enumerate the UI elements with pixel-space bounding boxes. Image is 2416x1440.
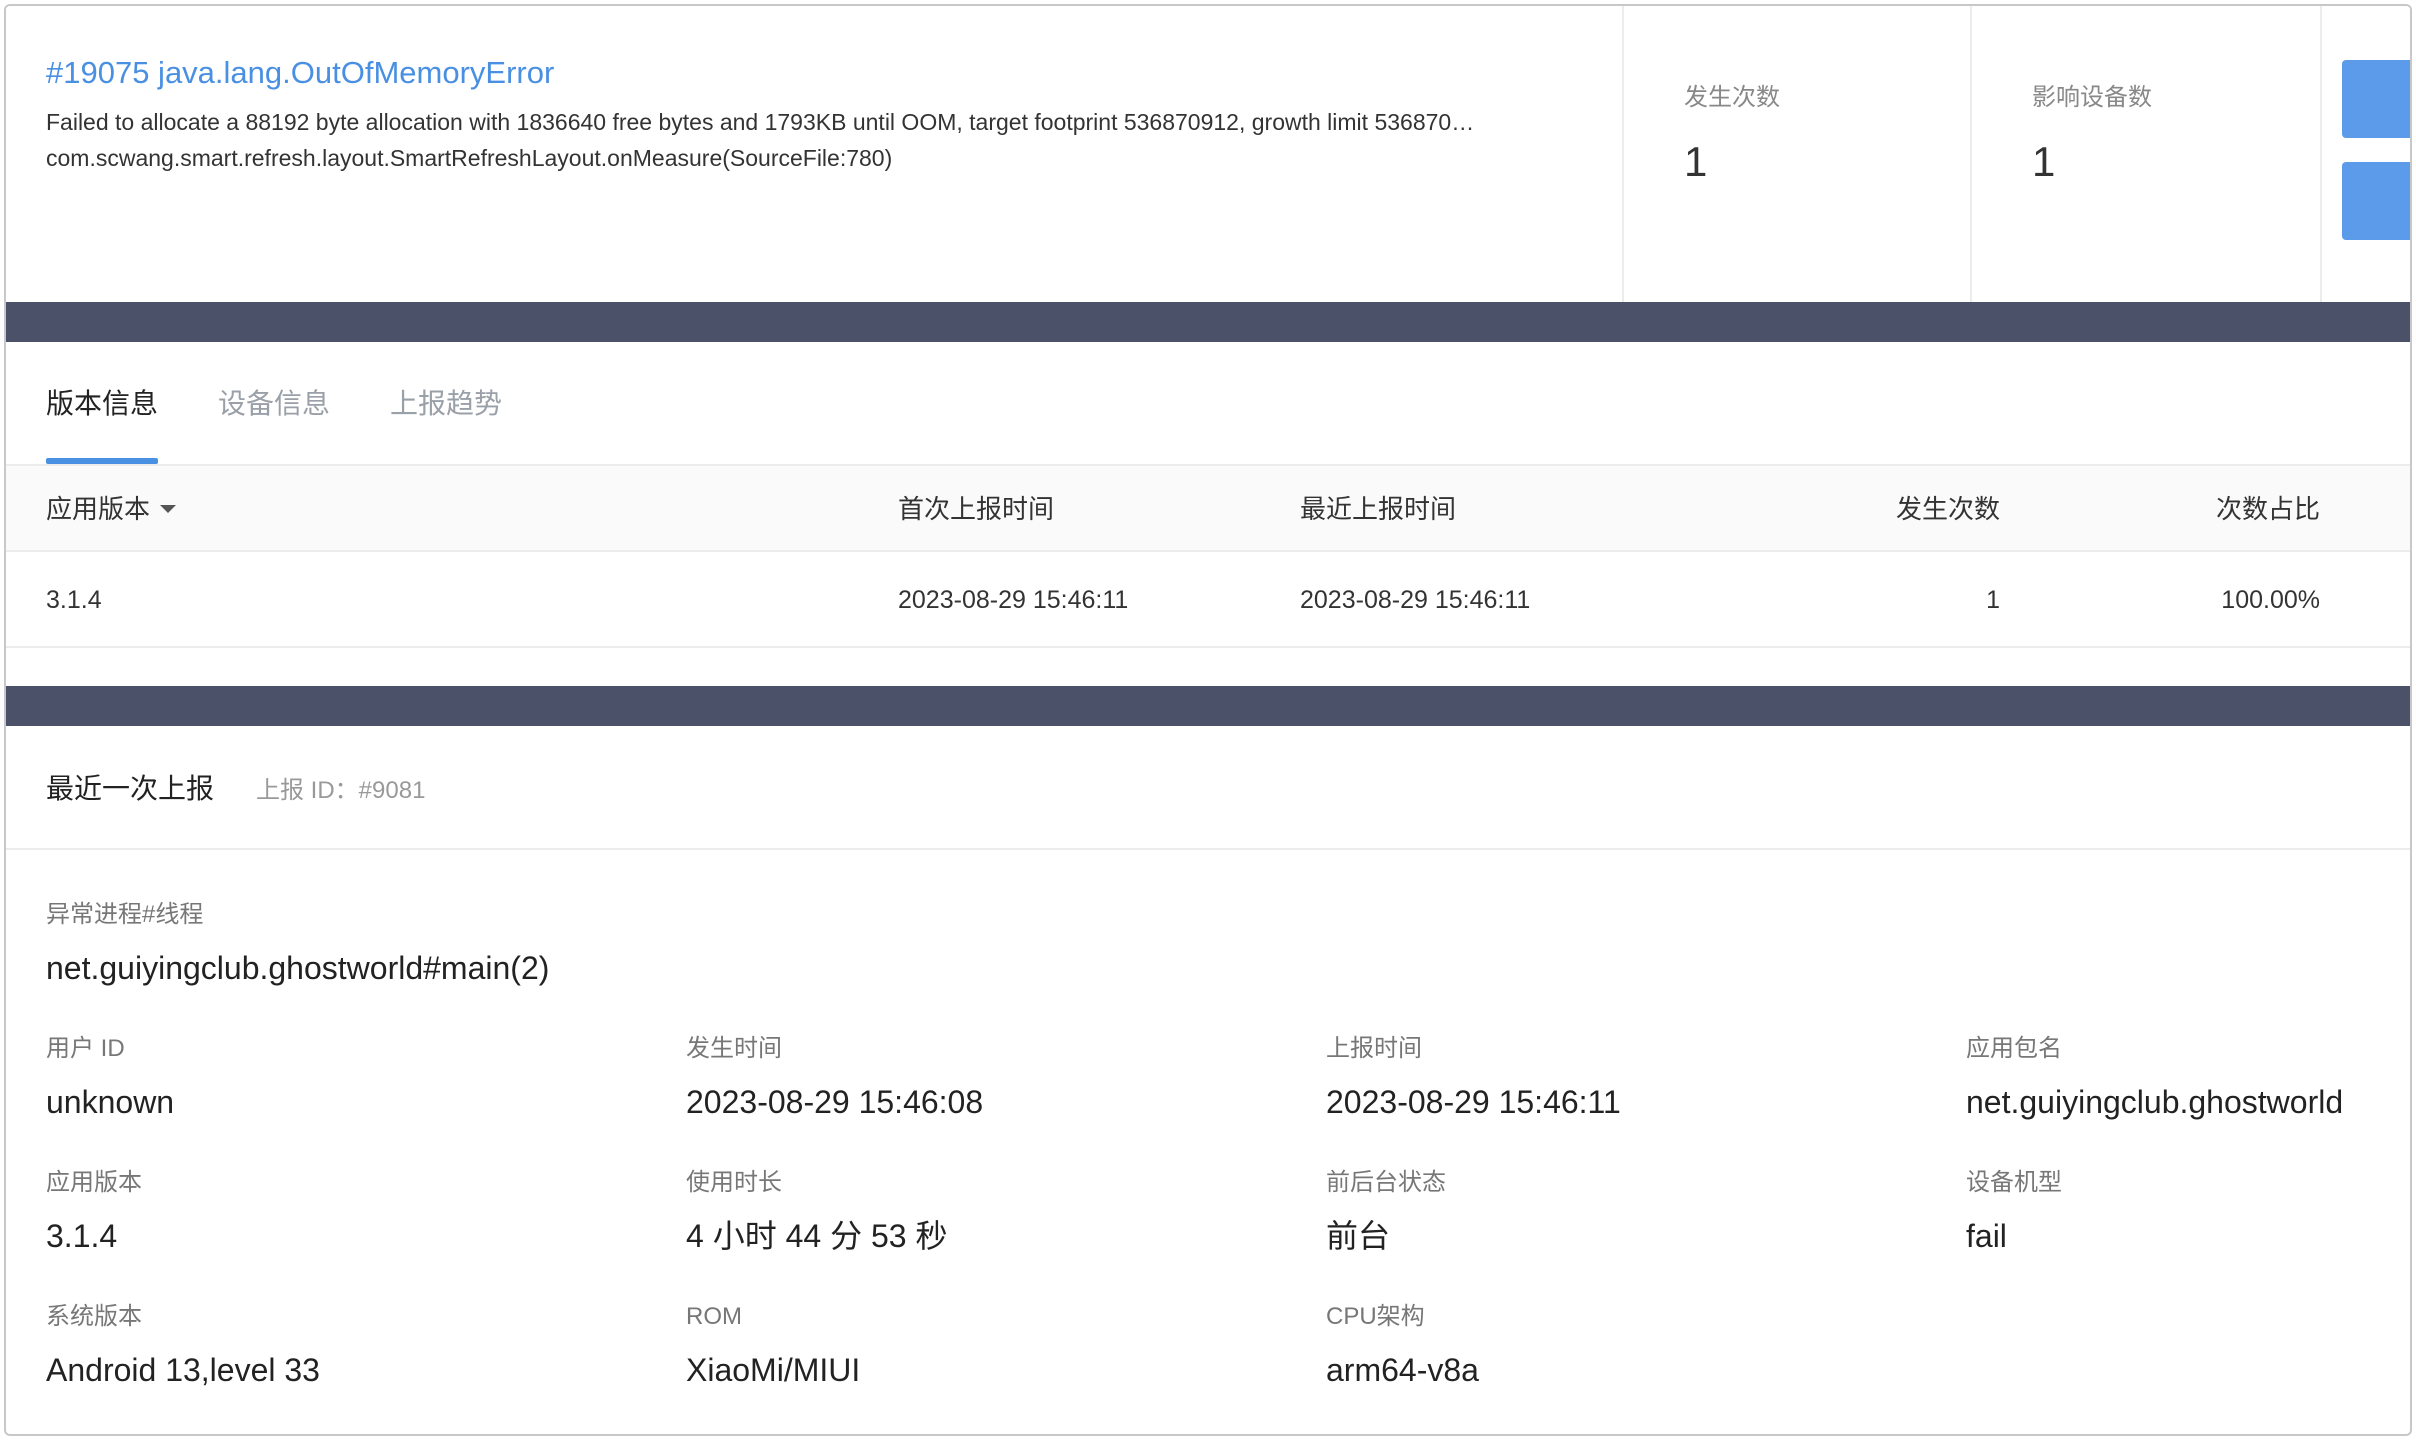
field-value: net.guiyingclub.ghostworld [1966,1084,2344,1120]
field-value: unknown [46,1084,175,1120]
field-label: 应用版本 [46,1169,142,1196]
side-actions [2320,6,2410,302]
affected-devices-stat: 影响设备数 1 [1970,6,2320,302]
cell-ratio: 100.00% [2221,586,2320,614]
field-label: CPU架构 [1326,1303,1425,1330]
stat-value: 1 [1684,138,1708,185]
cell-first-report: 2023-08-29 15:46:11 [898,586,1129,614]
section-divider [6,686,2410,726]
field-label: ROM [686,1303,742,1330]
issue-stack-frame: com.scwang.smart.refresh.layout.SmartRef… [46,145,893,171]
field-label: 应用包名 [1966,1035,2062,1062]
issue-info: #19075 java.lang.OutOfMemoryError Failed… [6,6,1622,302]
issue-header: #19075 java.lang.OutOfMemoryError Failed… [6,6,2410,302]
tab-report-trend[interactable]: 上报趋势 [390,342,502,464]
report-id: 上报 ID：#9081 [256,776,426,804]
cell-app-version: 3.1.4 [46,586,102,614]
field-label: 异常进程#线程 [46,901,204,928]
field-user-id: 用户 ID unknown [46,1032,174,1124]
column-header-app-version[interactable]: 应用版本 [46,466,177,552]
stat-label: 发生次数 [1684,84,1780,111]
field-process-thread: 异常进程#线程 net.guiyingclub.ghostworld#main(… [46,898,549,990]
occurrence-count-stat: 发生次数 1 [1622,6,1970,302]
field-app-version: 应用版本 3.1.4 [46,1166,142,1258]
column-header-first-report: 首次上报时间 [898,494,1055,524]
field-label: 用户 ID [46,1035,125,1062]
table-header-row: 应用版本 首次上报时间 最近上报时间 发生次数 次数占比 [6,466,2410,552]
table-row: 3.1.4 2023-08-29 15:46:11 2023-08-29 15:… [6,552,2410,648]
field-value: arm64-v8a [1326,1352,1479,1388]
field-value: 2023-08-29 15:46:08 [686,1084,984,1120]
field-cpu-arch: CPU架构 arm64-v8a [1326,1300,1479,1392]
field-usage-duration: 使用时长 4 小时 44 分 53 秒 [686,1166,947,1258]
issue-title-link[interactable]: #19075 java.lang.OutOfMemoryError [46,52,1622,94]
version-table: 应用版本 首次上报时间 最近上报时间 发生次数 次数占比 3.1.4 2023-… [6,466,2410,648]
column-header-ratio: 次数占比 [2215,494,2320,524]
stat-label: 影响设备数 [2032,84,2152,111]
cell-last-report: 2023-08-29 15:46:11 [1300,586,1531,614]
field-value: 4 小时 44 分 53 秒 [686,1218,948,1254]
field-value: 3.1.4 [46,1218,118,1254]
field-fg-bg-state: 前后台状态 前台 [1326,1166,1446,1258]
field-device-model: 设备机型 fail [1966,1166,2062,1258]
info-tabs: 版本信息 设备信息 上报趋势 [6,342,2410,466]
field-rom: ROM XiaoMi/MIUI [686,1300,860,1392]
field-value: Android 13,level 33 [46,1352,320,1388]
field-label: 使用时长 [686,1169,782,1196]
field-os-version: 系统版本 Android 13,level 33 [46,1300,320,1392]
cell-occurrences: 1 [1986,586,2000,614]
field-label: 上报时间 [1326,1035,1422,1062]
field-report-time: 上报时间 2023-08-29 15:46:11 [1326,1032,1621,1124]
issue-detail-page: #19075 java.lang.OutOfMemoryError Failed… [4,4,2412,1436]
column-header-occurrences: 发生次数 [1895,494,2000,524]
latest-report-title: 最近一次上报 [46,773,215,804]
section-divider [6,302,2410,342]
field-label: 设备机型 [1966,1169,2062,1196]
field-label: 系统版本 [46,1303,142,1330]
field-label: 前后台状态 [1326,1169,1446,1196]
issue-message: Failed to allocate a 88192 byte allocati… [46,109,1475,135]
column-header-last-report: 最近上报时间 [1300,494,1457,524]
field-value: fail [1966,1218,2007,1254]
sort-caret-icon[interactable] [160,505,177,513]
column-header-label: 应用版本 [46,494,151,524]
field-label: 发生时间 [686,1035,782,1062]
tab-version-info[interactable]: 版本信息 [46,342,159,464]
field-occur-time: 发生时间 2023-08-29 15:46:08 [686,1032,983,1124]
stat-value: 1 [2032,138,2056,185]
field-package-name: 应用包名 net.guiyingclub.ghostworld [1966,1032,2343,1124]
tab-device-info[interactable]: 设备信息 [218,342,330,464]
field-value: 前台 [1326,1218,1391,1254]
field-value: net.guiyingclub.ghostworld#main(2) [46,950,550,986]
side-action-button[interactable] [2342,162,2410,240]
field-value: 2023-08-29 15:46:11 [1326,1084,1621,1120]
side-action-button[interactable] [2342,60,2410,138]
latest-report-header: 最近一次上报 上报 ID：#9081 [6,726,2410,850]
field-value: XiaoMi/MIUI [686,1352,861,1388]
